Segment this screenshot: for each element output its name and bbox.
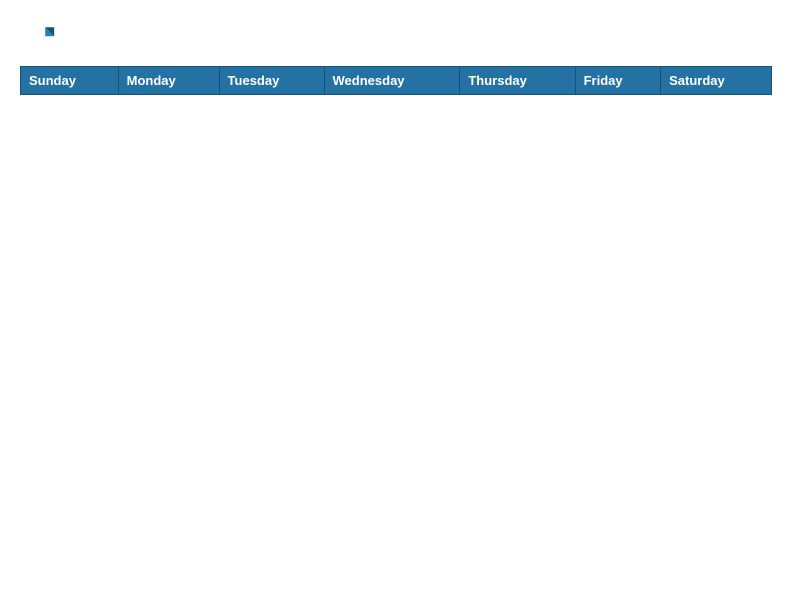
calendar-header-saturday: Saturday [661,67,772,95]
logo-icon [20,20,56,56]
calendar-header-sunday: Sunday [21,67,119,95]
page-header [20,20,772,56]
logo [20,20,60,56]
calendar-table: SundayMondayTuesdayWednesdayThursdayFrid… [20,66,772,95]
calendar-header-thursday: Thursday [460,67,575,95]
calendar-header-monday: Monday [118,67,219,95]
calendar-header-friday: Friday [575,67,660,95]
calendar-header-tuesday: Tuesday [219,67,324,95]
calendar-header-row: SundayMondayTuesdayWednesdayThursdayFrid… [21,67,772,95]
calendar-header-wednesday: Wednesday [324,67,460,95]
